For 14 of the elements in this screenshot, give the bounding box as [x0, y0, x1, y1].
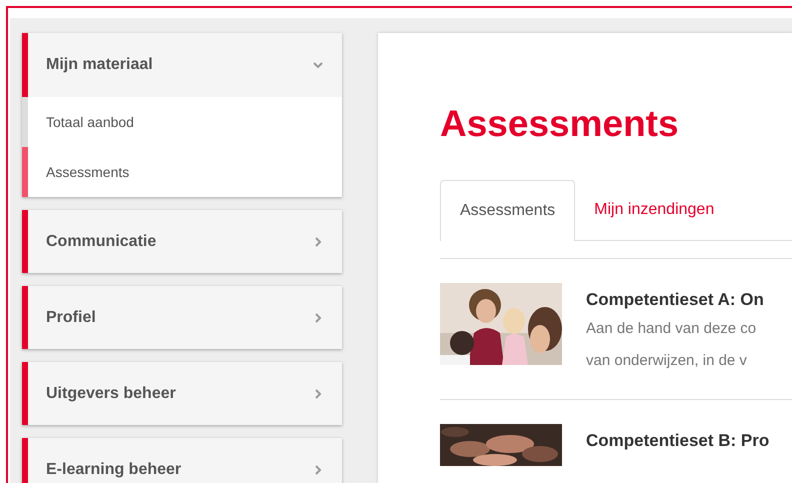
- item-title[interactable]: Competentieset B: Pro: [586, 428, 770, 453]
- tab[interactable]: Mijn inzendingen: [575, 179, 734, 240]
- item-title[interactable]: Competentieset A: On: [586, 287, 764, 312]
- tab[interactable]: Assessments: [440, 180, 576, 241]
- item-description: van onderwijzen, in de v: [586, 350, 748, 370]
- sidebar-item[interactable]: Uitgevers beheer: [22, 362, 342, 425]
- page-title: Assessments: [440, 105, 680, 142]
- sidebar-item[interactable]: E-learning beheer: [22, 438, 342, 483]
- item-description: Aan de hand van deze co: [586, 318, 758, 338]
- sidebar-item[interactable]: Mijn materiaal: [22, 33, 342, 97]
- sidebar-item[interactable]: Communicatie: [22, 210, 342, 273]
- sidebar-subitem[interactable]: Totaal aanbod: [22, 97, 342, 147]
- sidebar-subitem[interactable]: Assessments: [22, 147, 342, 197]
- sidebar-item[interactable]: Profiel: [22, 286, 342, 349]
